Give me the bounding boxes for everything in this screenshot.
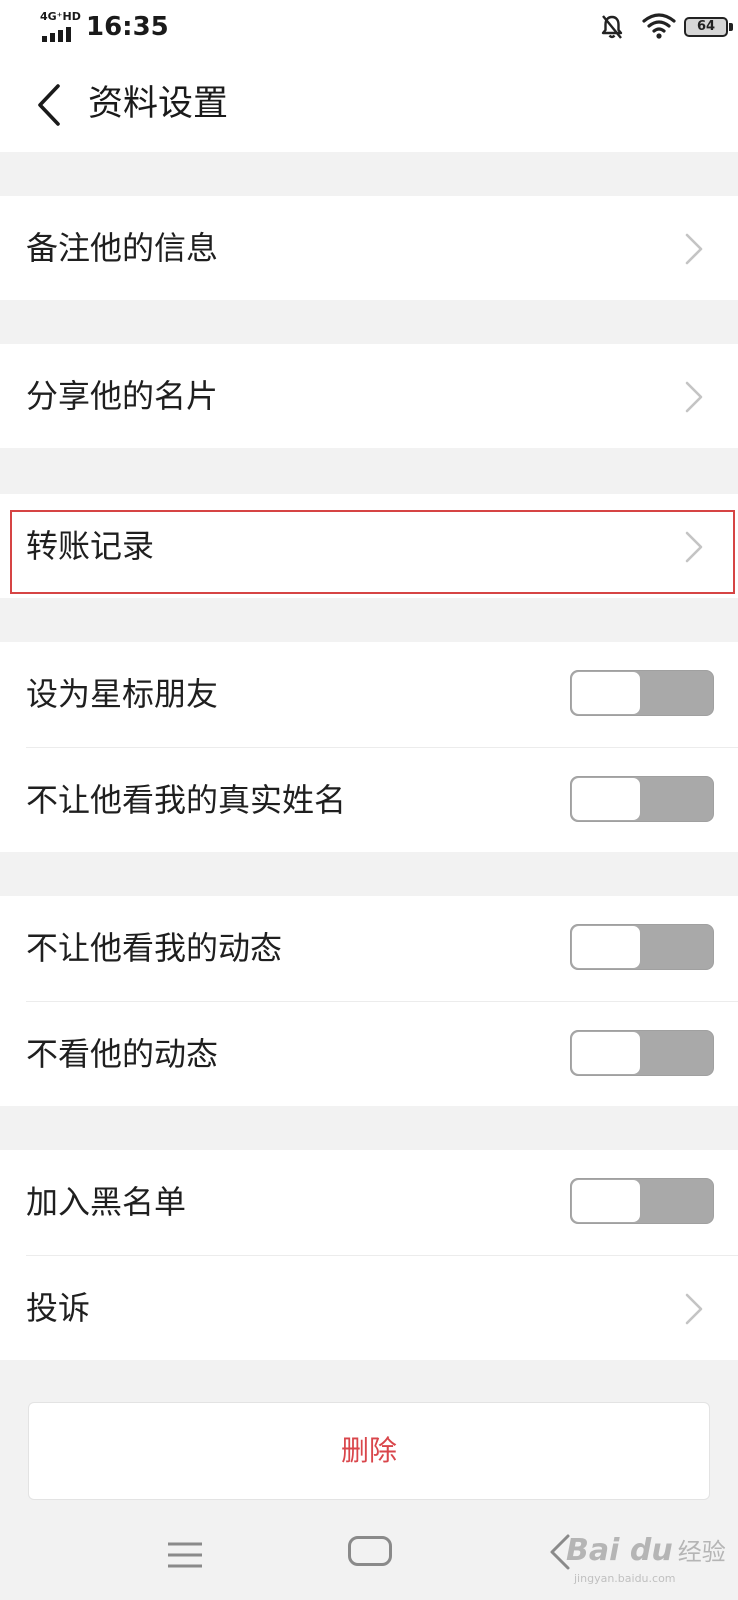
- chevron-right-icon: [685, 233, 703, 265]
- hide-real-name-toggle[interactable]: [570, 776, 714, 822]
- battery-level: 64: [696, 19, 716, 34]
- status-time: 16:35: [86, 12, 169, 42]
- wifi-icon: [642, 13, 676, 39]
- battery-cap: [729, 23, 733, 31]
- section-privacy-1: 设为星标朋友 不让他看我的真实姓名: [0, 642, 738, 852]
- back-arrow-icon[interactable]: [30, 82, 70, 128]
- top-navigation-bar: 资料设置: [0, 56, 738, 152]
- battery-icon: 64: [684, 17, 728, 37]
- row-complain-label: 投诉: [26, 1289, 91, 1327]
- mute-bell-icon: [601, 15, 623, 39]
- row-share-card[interactable]: 分享他的名片: [0, 344, 738, 448]
- row-remark-label: 备注他的信息: [26, 229, 219, 267]
- section-transfer-records: 转账记录: [0, 494, 738, 598]
- row-hide-my-moments: 不让他看我的动态: [0, 896, 738, 1000]
- row-blacklist-label: 加入黑名单: [26, 1183, 187, 1221]
- baidu-jingyan-watermark: Bai du 经验 jingyan.baidu.com: [566, 1532, 726, 1585]
- hide-my-moments-toggle[interactable]: [570, 924, 714, 970]
- row-transfer-records[interactable]: 转账记录: [0, 494, 738, 598]
- row-share-card-label: 分享他的名片: [26, 377, 219, 415]
- watermark-logo: Bai du: [566, 1533, 673, 1568]
- row-hide-his-moments-label: 不看他的动态: [26, 1035, 219, 1073]
- section-share-card: 分享他的名片: [0, 344, 738, 448]
- row-transfer-records-label: 转账记录: [26, 527, 155, 565]
- hide-his-moments-toggle[interactable]: [570, 1030, 714, 1076]
- row-complain[interactable]: 投诉: [0, 1256, 738, 1360]
- section-privacy-2: 不让他看我的动态 不看他的动态: [0, 896, 738, 1106]
- section-block-complain: 加入黑名单 投诉: [0, 1150, 738, 1360]
- row-star-friend-label: 设为星标朋友: [26, 675, 219, 713]
- row-hide-my-moments-label: 不让他看我的动态: [26, 929, 283, 967]
- toggle-knob: [572, 672, 640, 714]
- toggle-knob: [572, 1032, 640, 1074]
- network-type: 4G⁺HD: [40, 10, 81, 23]
- delete-button-label: 删除: [340, 1434, 397, 1467]
- menu-icon[interactable]: [166, 1540, 204, 1570]
- status-bar: 4G⁺HD 16:35 64: [0, 0, 738, 56]
- row-hide-real-name: 不让他看我的真实姓名: [0, 748, 738, 852]
- page-title: 资料设置: [88, 84, 229, 124]
- system-navigation-bar: Bai du 经验 jingyan.baidu.com: [0, 1510, 738, 1600]
- signal-bars-icon: [42, 26, 78, 42]
- row-blacklist: 加入黑名单: [0, 1150, 738, 1254]
- chevron-right-icon: [685, 1293, 703, 1325]
- section-remark: 备注他的信息: [0, 196, 738, 300]
- row-remark[interactable]: 备注他的信息: [0, 196, 738, 300]
- row-hide-real-name-label: 不让他看我的真实姓名: [26, 781, 347, 819]
- watermark-url: jingyan.baidu.com: [574, 1572, 676, 1585]
- chevron-right-icon: [685, 531, 703, 563]
- toggle-knob: [572, 778, 640, 820]
- chevron-right-icon: [685, 381, 703, 413]
- watermark-text: 经验: [677, 1538, 726, 1566]
- blacklist-toggle[interactable]: [570, 1178, 714, 1224]
- toggle-knob: [572, 926, 640, 968]
- delete-button[interactable]: 删除: [28, 1402, 710, 1500]
- row-hide-his-moments: 不看他的动态: [0, 1002, 738, 1106]
- home-icon[interactable]: [348, 1536, 392, 1566]
- row-star-friend: 设为星标朋友: [0, 642, 738, 746]
- toggle-knob: [572, 1180, 640, 1222]
- star-friend-toggle[interactable]: [570, 670, 714, 716]
